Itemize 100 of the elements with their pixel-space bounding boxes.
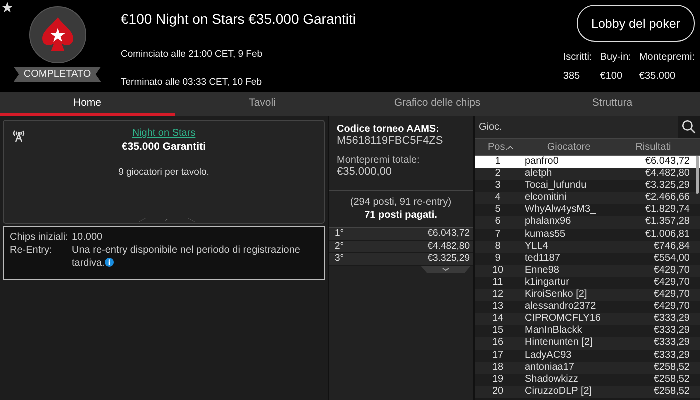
stat-label: Montepremi:: [639, 52, 695, 63]
player-row[interactable]: 3 Tocai_lufundu €3.325,29: [475, 180, 700, 192]
table-cell-text: €429,70: [652, 301, 691, 314]
prize-pool-label: Montepremi totale:: [337, 155, 421, 166]
spade-logo-icon: [28, 6, 86, 64]
table-cell-text: 5: [494, 204, 502, 216]
search-field[interactable]: Gioc.: [475, 116, 678, 138]
player-row[interactable]: 5 WhyAlw4ysM3_ €1.829,74: [475, 204, 700, 216]
place-label: 2°: [335, 240, 344, 252]
player-row[interactable]: 8 YLL4 €746,84: [475, 240, 700, 253]
table-cell-text: CIPROMCFLY16: [524, 313, 602, 326]
prize-pool-value: €35.000,00: [337, 166, 394, 178]
detail-label: Chips iniziali:: [10, 231, 70, 244]
table-cell-text: €258,52: [652, 362, 691, 374]
table-cell-text: €333,29: [652, 325, 691, 338]
table-cell-text: 12: [491, 289, 505, 302]
player-row[interactable]: 20 CiruzzoDLP [2] €258,52: [475, 386, 700, 398]
column-header[interactable]: Giocatore: [521, 142, 613, 152]
place-label: 1°: [335, 228, 344, 240]
table-cell-text: 8: [494, 240, 502, 253]
info-icon[interactable]: [104, 258, 114, 267]
start-time: Cominciato alle 21:00 CET, 9 Feb: [121, 48, 264, 62]
detail-label: Re-Entry:: [10, 244, 54, 258]
table-cell-text: phalanx96: [524, 216, 572, 229]
table-cell-text: YLL4: [524, 240, 550, 253]
table-cell-text: 15: [491, 325, 505, 338]
table-cell-text: 3: [494, 180, 502, 192]
table-cell-text: €333,29: [652, 313, 691, 326]
detail-value: 10.000: [72, 231, 103, 244]
player-row[interactable]: 14 CIPROMCFLY16 €333,29: [475, 313, 700, 326]
tab[interactable]: Tavoli: [175, 92, 350, 116]
player-row[interactable]: 13 alessandro2372 €429,70: [475, 301, 700, 314]
table-cell-text: 19: [491, 374, 505, 386]
table-cell-text: LadyAC93: [524, 350, 573, 362]
player-row[interactable]: 12 KiroiSenko [2] €429,70: [475, 289, 700, 302]
table-cell-text: €429,70: [652, 276, 691, 290]
table-cell-text: 6: [494, 216, 502, 229]
tab[interactable]: Grafico delle chips: [350, 92, 525, 116]
player-row[interactable]: 9 ted1187 €554,00: [475, 252, 700, 265]
stat-value: €100: [600, 71, 624, 82]
tournament-link[interactable]: Night on Stars: [132, 128, 196, 139]
table-cell-text: panfro0: [524, 156, 560, 168]
table-cell-text: €429,70: [652, 264, 691, 277]
table-cell-text: 14: [491, 313, 505, 326]
table-cell-text: Shadowkizz: [524, 374, 580, 386]
table-cell-text: 11: [492, 276, 504, 290]
player-row[interactable]: 16 Hintenunten [2] €333,29: [475, 337, 700, 350]
player-row[interactable]: 19 Shadowkizz €258,52: [475, 374, 700, 386]
player-row[interactable]: 7 kumas55 €1.006,81: [475, 228, 700, 241]
stat-value: 385: [563, 71, 582, 82]
table-cell-text: KiroiSenko [2]: [524, 289, 588, 302]
entries-text: (294 posti, 91 re-entry): [349, 196, 453, 209]
table-cell-text: €333,29: [652, 337, 691, 350]
stat-label: Iscritti:: [563, 52, 592, 63]
table-cell-text: ManInBlackk: [524, 325, 584, 338]
player-row[interactable]: 11 k1ingartur €429,70: [475, 276, 700, 290]
tournament-title: €100 Night on Stars €35.000 Garantiti: [121, 11, 358, 29]
table-cell-text: €333,29: [652, 350, 691, 362]
sort-caret-icon: [507, 144, 514, 150]
tab[interactable]: Home: [0, 92, 175, 116]
star-icon[interactable]: [2, 2, 13, 13]
place-label: 3°: [335, 253, 344, 264]
scrollbar[interactable]: [696, 156, 699, 194]
table-cell-text: WhyAlw4ysM3_: [524, 204, 598, 216]
stat-value: €35.000: [639, 71, 677, 82]
end-time: Terminato alle 03:33 CET, 10 Feb: [121, 76, 263, 90]
player-row[interactable]: 6 phalanx96 €1.357,28: [475, 216, 700, 229]
table-cell-text: CiruzzoDLP [2]: [524, 386, 594, 398]
table-cell-text: k1ingartur: [524, 276, 570, 290]
detail-value: Una re-entry disponibile nel periodo di registrazione tardiva.: [72, 244, 302, 270]
table-cell-text: kumas55: [524, 228, 567, 241]
search-icon[interactable]: [682, 120, 696, 134]
player-row[interactable]: 4 elcomitini €2.466,66: [475, 192, 700, 204]
column-header[interactable]: Risultati: [613, 142, 700, 152]
table-cell-text: 18: [491, 362, 505, 374]
table-cell-text: €429,70: [652, 289, 691, 302]
table-cell-text: 20: [491, 386, 505, 398]
table-cell-text: €3.325,29: [644, 180, 691, 192]
lobby-button[interactable]: Lobby del poker: [577, 5, 695, 42]
prize-amount: €4.482,80: [428, 240, 470, 252]
table-cell-text: antoniaa17: [524, 362, 576, 374]
player-row[interactable]: 1 panfro0 €6.043,72: [475, 156, 700, 168]
table-cell-text: 10: [491, 264, 505, 277]
table-cell-text: €554,00: [652, 252, 691, 265]
player-row[interactable]: 15 ManInBlackk €333,29: [475, 325, 700, 338]
expand-handle[interactable]: [421, 266, 471, 274]
player-row[interactable]: 2 aletph €4.482,80: [475, 168, 700, 180]
table-cell-text: 4: [494, 192, 502, 204]
player-row[interactable]: 17 LadyAC93 €333,29: [475, 350, 700, 362]
player-row[interactable]: 18 antoniaa17 €258,52: [475, 362, 700, 374]
tournament-code: M5618119FBC5F4ZS: [337, 135, 444, 147]
table-cell-text: elcomitini: [524, 192, 568, 204]
prize-amount: €3.325,29: [428, 253, 470, 264]
table-cell-text: €4.482,80: [644, 168, 691, 180]
tab[interactable]: Struttura: [525, 92, 700, 116]
table-cell-text: Hintenunten [2]: [524, 337, 594, 350]
column-header[interactable]: Pos.: [475, 142, 521, 152]
collapse-handle[interactable]: [139, 216, 195, 224]
player-row[interactable]: 10 Enne98 €429,70: [475, 264, 700, 277]
table-cell-text: aletph: [524, 168, 554, 180]
